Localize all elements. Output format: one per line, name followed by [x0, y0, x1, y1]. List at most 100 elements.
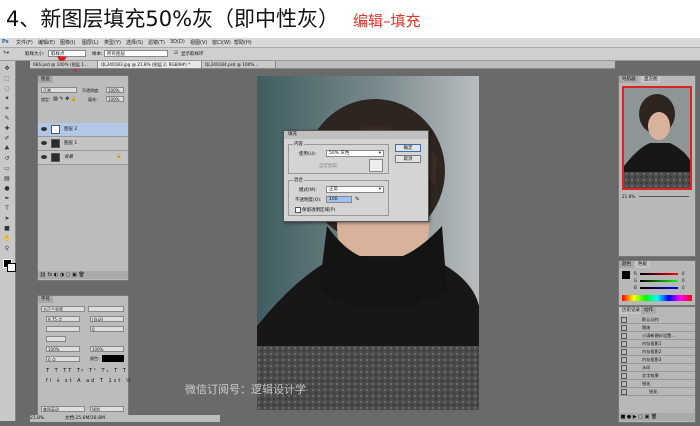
layers-footer-icons[interactable]: ⛓ fx ◐ ◑ ▢ ▣ 🗑	[38, 271, 128, 279]
action-item[interactable]: 内存投影2	[619, 348, 695, 356]
r-value[interactable]: 0	[682, 271, 685, 276]
fg-color-chip[interactable]	[622, 271, 630, 279]
action-toggle-checkbox[interactable]	[621, 349, 627, 355]
language-select[interactable]: 美国英语	[41, 406, 85, 412]
pattern-preview[interactable]	[369, 159, 383, 172]
menu-image[interactable]: 图像(I)	[60, 39, 75, 46]
r-slider[interactable]	[640, 273, 678, 275]
path-select-tool-icon[interactable]: ➤	[2, 215, 12, 223]
navigator-thumbnail[interactable]	[622, 86, 692, 190]
background-color-swatch[interactable]	[7, 263, 16, 272]
g-slider[interactable]	[640, 280, 678, 282]
eyedropper-tool-icon[interactable]: ✎	[2, 115, 12, 123]
document-canvas[interactable]	[257, 76, 479, 410]
show-ring-checkbox[interactable]: ☑	[174, 51, 178, 56]
marquee-tool-icon[interactable]: ⬚	[2, 75, 12, 83]
color-spectrum-bar[interactable]	[622, 295, 692, 301]
action-item[interactable]: 锐化	[619, 380, 695, 388]
doc-tab-1[interactable]: 666.psd @ 100% (图层 1...	[30, 61, 98, 68]
pen-tool-icon[interactable]: ✒	[2, 195, 12, 203]
text-color-swatch[interactable]	[102, 355, 124, 362]
menu-view[interactable]: 视图(V)	[190, 39, 207, 46]
action-item[interactable]: 小清新婚纱设置...	[619, 332, 695, 340]
tracking-field[interactable]: 0	[90, 326, 124, 332]
history-brush-tool-icon[interactable]: ↺	[2, 155, 12, 163]
shape-tool-icon[interactable]: ■	[2, 225, 12, 233]
menu-filter[interactable]: 滤镜(T)	[148, 39, 165, 46]
action-toggle-checkbox[interactable]	[621, 333, 627, 339]
ok-button[interactable]: 确定	[395, 144, 421, 152]
lasso-tool-icon[interactable]: ◌	[2, 85, 12, 93]
actions-footer-icons[interactable]: ■ ● ▶ ▢ ▣ 🗑	[619, 413, 695, 421]
use-select[interactable]: 50% 灰色 ▾	[326, 150, 384, 157]
doc-tab-3[interactable]: QL240184.psd @ 100%...	[202, 61, 276, 68]
layers-tab[interactable]: 图层	[38, 76, 53, 83]
action-item[interactable]: 锐化	[619, 388, 695, 396]
text-style-buttons[interactable]: T T TT Tr T¹ T₁ T T	[46, 368, 128, 374]
quick-select-tool-icon[interactable]: ✦	[2, 95, 12, 103]
navigator-tab[interactable]: 导航器	[619, 76, 639, 83]
menu-file[interactable]: 文件(F)	[16, 39, 33, 46]
action-toggle-checkbox[interactable]	[621, 325, 627, 331]
menu-layer[interactable]: 图层(L)	[82, 39, 99, 46]
doc-tab-2[interactable]: QL240183.jpg @ 21.8% (图层 2, RGB/8#) *	[98, 61, 202, 68]
character-tab[interactable]: 字符	[38, 296, 53, 303]
dodge-tool-icon[interactable]: ●	[2, 185, 12, 193]
move-tool-icon[interactable]: ✥	[2, 65, 12, 73]
brush-tool-icon[interactable]: ✐	[2, 135, 12, 143]
gradient-tool-icon[interactable]: ▤	[2, 175, 12, 183]
swatches-tab[interactable]: 色板	[635, 261, 650, 268]
b-slider[interactable]	[640, 287, 678, 289]
action-item[interactable]: 默认动作	[619, 316, 695, 324]
menu-3d[interactable]: 3D(D)	[170, 39, 185, 45]
opacity-field[interactable]: 100%	[106, 87, 124, 93]
proportional-spacing-field[interactable]	[46, 336, 66, 342]
g-value[interactable]: 0	[682, 278, 685, 283]
menu-select[interactable]: 选择(S)	[126, 39, 143, 46]
visibility-eye-icon[interactable]	[41, 155, 47, 159]
status-zoom[interactable]: 21.8%	[30, 416, 44, 421]
font-family-select[interactable]: 方正兰亭黑	[41, 306, 85, 312]
opentype-buttons[interactable]: fi ∂ st A ad T 1st ½	[46, 378, 133, 384]
opacity-input[interactable]: 100	[326, 196, 352, 203]
anti-alias-select[interactable]: 锐利	[90, 406, 124, 412]
crop-tool-icon[interactable]: ⌗	[2, 105, 12, 113]
eyedropper-icon[interactable]: ✎▾	[3, 51, 9, 56]
vertical-scale-field[interactable]: 100%	[46, 346, 80, 352]
lock-icons[interactable]: ▨ ✎ ✥ 🔒	[53, 96, 77, 102]
type-tool-icon[interactable]: T	[2, 205, 12, 213]
healing-tool-icon[interactable]: ✚	[2, 125, 12, 133]
menu-type[interactable]: 类型(Y)	[104, 39, 121, 46]
action-toggle-checkbox[interactable]	[621, 341, 627, 347]
menu-window[interactable]: 窗口(W)	[212, 39, 231, 46]
fill-field[interactable]: 100%	[106, 96, 124, 102]
sample-scope-select[interactable]: 所有图层	[104, 50, 168, 57]
mode-select[interactable]: 正常 ▾	[326, 186, 384, 193]
eraser-tool-icon[interactable]: ▭	[2, 165, 12, 173]
zoom-slider[interactable]	[639, 196, 689, 197]
zoom-tool-icon[interactable]: ⚲	[2, 245, 12, 253]
hand-tool-icon[interactable]: ✋	[2, 235, 12, 243]
layer-row[interactable]: 背景 🔒	[38, 151, 128, 165]
action-toggle-checkbox[interactable]	[621, 365, 627, 371]
font-style-select[interactable]	[88, 306, 124, 312]
visibility-eye-icon[interactable]	[41, 127, 47, 131]
stamp-tool-icon[interactable]: ♣	[2, 145, 12, 153]
history-tab[interactable]: 历史记录	[619, 307, 643, 314]
preserve-transparency-checkbox[interactable]	[295, 207, 301, 213]
action-toggle-checkbox[interactable]	[621, 389, 627, 395]
leading-field[interactable]: (自动)	[90, 316, 124, 322]
navigator-zoom[interactable]: 21.8%	[622, 194, 635, 199]
action-toggle-checkbox[interactable]	[621, 317, 627, 323]
action-item[interactable]: 内存投影1	[619, 340, 695, 348]
cancel-button[interactable]: 取消	[395, 155, 421, 163]
blend-mode-select[interactable]: 正常	[41, 87, 77, 93]
actions-tab[interactable]: 动作	[641, 307, 656, 314]
visibility-eye-icon[interactable]	[41, 141, 47, 145]
action-item[interactable]: 内存投影3	[619, 356, 695, 364]
menu-edit[interactable]: 编辑(E)	[38, 39, 55, 46]
horizontal-scale-field[interactable]: 100%	[90, 346, 124, 352]
action-item[interactable]: 文字效果	[619, 372, 695, 380]
b-value[interactable]: 0	[682, 285, 685, 290]
font-size-field[interactable]: 9.75 点	[46, 316, 80, 322]
